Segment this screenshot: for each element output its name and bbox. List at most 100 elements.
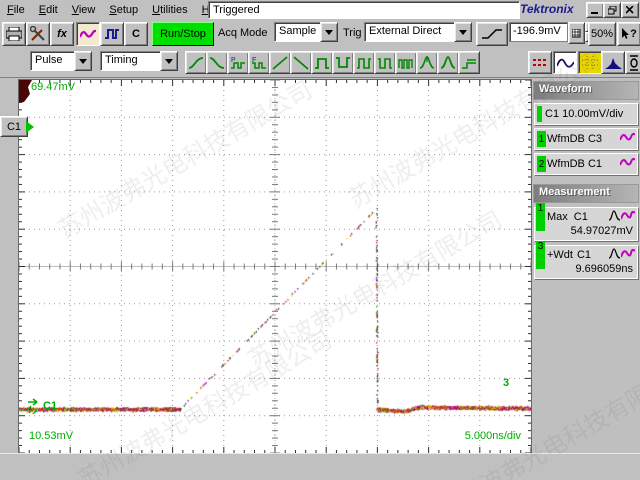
peak-icon — [440, 55, 456, 70]
acq-mode-select[interactable]: Sample — [274, 22, 338, 42]
histogram-button[interactable] — [601, 51, 625, 74]
measurement-panel-header: Measurement — [533, 184, 639, 203]
wave-icon — [80, 28, 96, 40]
wfmdb1-label: WfmDB C3 — [547, 133, 602, 145]
channel-color-bar — [537, 106, 542, 122]
menu-bar: File Edit View Setup Utilities Help Trig… — [0, 0, 640, 20]
acq-mode-label: Acq Mode — [218, 27, 268, 39]
glitch-peak-icon — [419, 55, 435, 70]
minimize-button[interactable] — [586, 2, 604, 18]
meas1-source: C1 — [574, 211, 588, 223]
cursor-arrow-icon — [621, 28, 629, 40]
measurement2-button[interactable]: 3 +Wdt C1 9.696059ns — [534, 245, 638, 279]
settling-button[interactable] — [458, 51, 480, 74]
trig-source-select[interactable]: External Direct — [364, 22, 472, 42]
trig-level-field[interactable]: -196.9mV — [509, 22, 598, 42]
meas-subcategory-select[interactable]: Timing — [100, 51, 178, 71]
meas1-value: 54.97027mV — [571, 225, 633, 237]
vectors-display-button[interactable] — [553, 51, 577, 74]
wfmdb-wave-icon — [621, 247, 635, 260]
run-stop-button[interactable]: Run/Stop — [152, 22, 214, 46]
waveform-trace — [19, 80, 531, 453]
menu-file[interactable]: File — [0, 2, 32, 18]
peak-button[interactable] — [437, 51, 459, 74]
settling-step-icon — [461, 56, 477, 70]
glitch-button[interactable] — [416, 51, 438, 74]
print-button[interactable] — [2, 22, 26, 46]
duty-cycle-button[interactable] — [374, 51, 396, 74]
math-fx-button[interactable]: fx — [50, 22, 74, 46]
context-help-button[interactable]: ? — [617, 22, 640, 46]
rising-slope-icon — [481, 28, 503, 40]
fall-time-icon — [209, 56, 225, 70]
fall-time-button[interactable] — [206, 51, 228, 74]
xy-icon — [629, 55, 639, 71]
measurement-toolbar: Pulse Timing P F — [0, 47, 640, 78]
channel-reference-marker[interactable]: C1 — [0, 116, 28, 137]
meas2-index: 3 — [536, 241, 545, 269]
menu-setup[interactable]: Setup — [102, 2, 145, 18]
set-50-label: 50% — [591, 28, 613, 40]
chevron-down-icon — [459, 30, 467, 35]
acq-mode-value: Sample — [274, 22, 320, 42]
neg-pulse-button[interactable] — [332, 51, 354, 74]
channel-scale-button[interactable]: C1 10.00mV/div — [534, 103, 638, 125]
pos-slope-button[interactable] — [269, 51, 291, 74]
meas-subcategory-value: Timing — [100, 51, 160, 71]
top-voltage-label: 69.47mV — [31, 81, 75, 93]
ground-channel-label: C1 — [43, 400, 57, 412]
menu-utilities[interactable]: Utilities — [145, 2, 194, 18]
wfmdb2-label: WfmDB C1 — [547, 158, 602, 170]
set-to-50-button[interactable]: 50% — [588, 22, 616, 46]
oscilloscope-screen: File Edit View Setup Utilities Help Trig… — [0, 0, 640, 480]
wfmdb2-index: 2 — [537, 156, 546, 172]
wfmdb1-index: 1 — [537, 131, 546, 147]
menu-view[interactable]: View — [65, 2, 103, 18]
pulse-edit-button[interactable] — [100, 22, 124, 46]
chevron-down-icon — [79, 59, 87, 64]
restore-button[interactable] — [603, 2, 621, 18]
neg-width-button[interactable]: F — [248, 51, 270, 74]
bottom-voltage-label: 10.53mV — [29, 430, 73, 442]
meas-category-select[interactable]: Pulse — [30, 51, 92, 71]
burst-width-button[interactable] — [395, 51, 417, 74]
restore-icon — [608, 6, 617, 15]
tektronix-logo: Tektronix — [520, 2, 580, 16]
keypad-button[interactable] — [568, 22, 585, 44]
measurement1-button[interactable]: 1 Max C1 54.97027mV — [534, 207, 638, 241]
wfmdb1-button[interactable]: 1 WfmDB C3 — [534, 128, 638, 150]
timebase-label: 5.000ns/div — [465, 430, 521, 442]
menu-edit[interactable]: Edit — [32, 2, 65, 18]
close-icon — [626, 6, 634, 14]
trig-level-value[interactable]: -196.9mV — [509, 22, 568, 42]
keypad-icon — [572, 29, 581, 38]
wfmdb2-button[interactable]: 2 WfmDB C1 — [534, 153, 638, 175]
pos-width-icon: P — [230, 55, 247, 70]
tools-icon — [30, 26, 46, 42]
trig-slope-button[interactable] — [476, 22, 508, 46]
rise-time-icon — [188, 56, 204, 70]
main-toolbar: fx C Run/Stop Acq Mode Sample Trig Exter… — [0, 19, 640, 47]
neg-width-icon: F — [251, 55, 268, 70]
neg-slope-button[interactable] — [290, 51, 312, 74]
question-icon: ? — [630, 28, 637, 40]
xy-display-button[interactable] — [625, 51, 640, 74]
cursors-icon — [532, 57, 548, 69]
pos-width-button[interactable]: P — [227, 51, 249, 74]
trigger-status: Triggered — [208, 1, 520, 19]
pos-pulse-button[interactable] — [311, 51, 333, 74]
close-button[interactable] — [621, 2, 639, 18]
rise-time-button[interactable] — [185, 51, 207, 74]
c-button[interactable]: C — [124, 22, 148, 46]
meas2-name: +Wdt — [547, 249, 573, 261]
channel-marker-label: C1 — [7, 121, 21, 133]
waveform-db-button[interactable] — [76, 22, 100, 46]
wfmdb-wave-icon — [620, 157, 635, 168]
graticule-button[interactable] — [578, 51, 602, 74]
graticule-display[interactable]: 69.47mV 10.53mV 5.000ns/div 3 C1 — [18, 79, 532, 454]
tools-button[interactable] — [26, 22, 50, 46]
cursors-button[interactable] — [528, 51, 552, 74]
fx-icon: fx — [57, 28, 67, 40]
horizontal-control-bar: C1 10.00mV/ 76.47mV Main — [0, 453, 640, 480]
period-button[interactable] — [353, 51, 375, 74]
